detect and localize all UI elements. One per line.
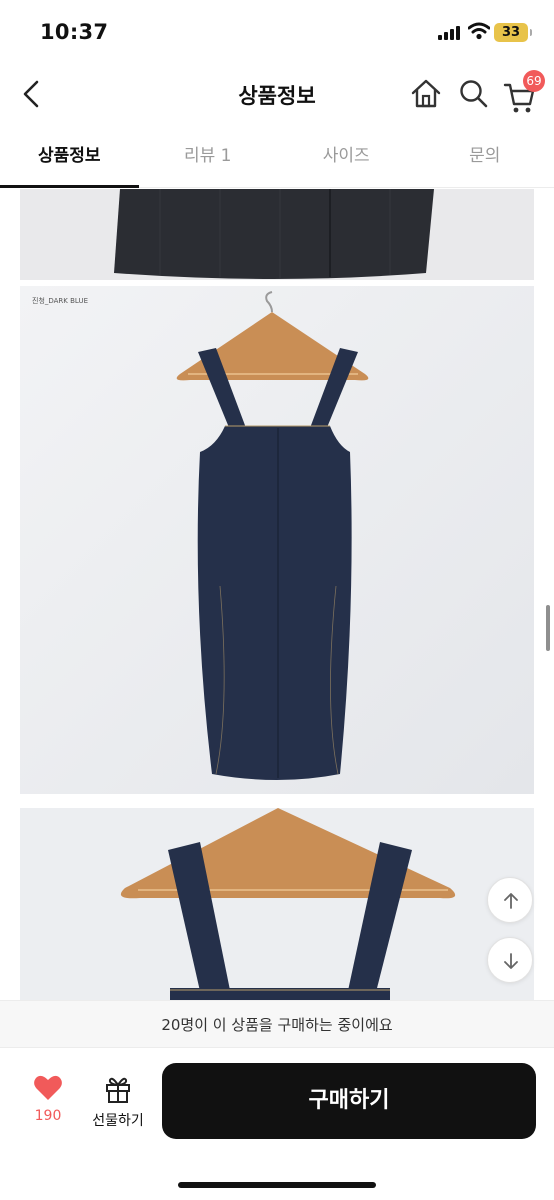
battery-level: 33 [501,25,521,40]
like-button[interactable]: 190 [20,1074,76,1134]
search-icon [460,80,488,108]
tab-size[interactable]: 사이즈 [277,128,416,187]
scrollbar-thumb[interactable] [546,605,550,651]
gift-icon [106,1077,130,1103]
scroll-to-top-button[interactable] [487,877,533,923]
app-header: 상품정보 [0,62,554,128]
product-photo-dark-dress [20,189,534,280]
tab-inquiry[interactable]: 문의 [416,128,554,187]
product-detail-content[interactable]: 진청_DARK BLUE [0,189,554,1000]
tab-product-info[interactable]: 상품정보 [0,128,139,188]
status-time: 10:37 [40,20,109,44]
arrow-down-icon [504,953,518,969]
heart-icon [34,1075,62,1100]
cart-count-badge: 69 [523,70,545,92]
product-tabs: 상품정보 리뷰 1 사이즈 문의 [0,128,554,188]
scroll-to-bottom-button[interactable] [487,937,533,983]
home-icon [411,79,441,108]
gift-button[interactable]: 선물하기 [84,1074,152,1134]
arrow-up-icon [504,893,518,909]
battery-icon: 33 [494,23,532,42]
photo-caption: 진청_DARK BLUE [32,297,89,305]
product-photo-closeup [20,808,534,1000]
back-button[interactable] [14,76,50,112]
tab-reviews[interactable]: 리뷰 1 [139,128,278,187]
product-photo-dark-blue: 진청_DARK BLUE [20,286,534,794]
status-bar: 10:37 33 [0,0,554,62]
home-button[interactable] [408,76,444,112]
gift-label: 선물하기 [92,1113,144,1129]
like-count: 190 [34,1108,62,1124]
cellular-signal-icon [438,26,460,40]
home-indicator [178,1182,376,1188]
bottom-action-bar: 190 선물하기 구매하기 [0,1048,554,1200]
wifi-icon [468,22,490,40]
search-button[interactable] [456,76,492,112]
purchase-activity-notice: 20명이 이 상품을 구매하는 중이에요 [0,1000,554,1048]
buy-button[interactable]: 구매하기 [162,1063,536,1139]
